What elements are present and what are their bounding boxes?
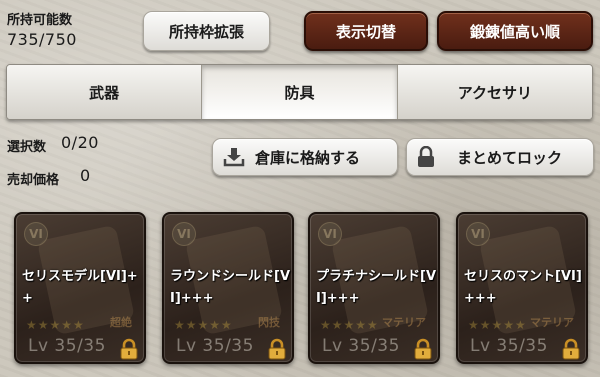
star-rating: ★★★★★ [320, 318, 379, 332]
star-rating: ★★★★★ [174, 318, 233, 332]
item-tag: マテリア [382, 316, 426, 329]
display-toggle-button[interactable]: 表示切替 [304, 11, 428, 51]
tab-armor-label: 防具 [284, 83, 315, 102]
item-level: Lv 35/35 [470, 336, 548, 356]
item-level: Lv 35/35 [322, 336, 400, 356]
item-tag: 閃技 [258, 316, 280, 329]
item-card[interactable]: VI セリスのマント[VI]+++ ★★★★★ マテリア Lv 35/35 [456, 212, 588, 364]
rank-badge: VI [466, 222, 490, 246]
sort-button[interactable]: 鍛錬値高い順 [437, 11, 593, 51]
tab-weapons[interactable]: 武器 [7, 65, 203, 119]
padlock-icon [414, 338, 432, 360]
padlock-icon [268, 338, 286, 360]
selected-count-value: 0/20 [61, 133, 99, 152]
capacity-value: 735/750 [7, 30, 77, 49]
tab-accessories[interactable]: アクセサリ [397, 65, 592, 119]
sell-price-value: 0 [80, 166, 91, 185]
tab-accessories-label: アクセサリ [457, 83, 532, 102]
download-tray-icon [223, 148, 245, 167]
rank-badge: VI [24, 222, 48, 246]
tab-weapons-label: 武器 [89, 83, 120, 102]
item-card[interactable]: VI セリスモデル[VI]++ ★★★★★ 超絶 Lv 35/35 [14, 212, 146, 364]
selected-count-label: 選択数 [7, 140, 47, 155]
bulk-lock-button[interactable]: まとめてロック [406, 138, 594, 176]
store-warehouse-label: 倉庫に格納する [255, 148, 361, 167]
item-card[interactable]: VI ラウンドシールド[VI]+++ ★★★★★ 閃技 Lv 35/35 [162, 212, 294, 364]
bulk-lock-label: まとめてロック [457, 148, 563, 167]
lock-icon [418, 146, 434, 167]
item-name: セリスモデル[VI]++ [22, 269, 138, 306]
star-rating: ★★★★★ [468, 318, 527, 332]
item-tag: マテリア [530, 316, 574, 329]
capacity-label: 所持可能数 [7, 13, 73, 28]
rank-badge: VI [318, 222, 342, 246]
padlock-icon [562, 338, 580, 360]
display-toggle-label: 表示切替 [335, 22, 396, 41]
item-level: Lv 35/35 [176, 336, 254, 356]
padlock-icon [120, 338, 138, 360]
item-tag: 超絶 [110, 316, 132, 329]
item-name: セリスのマント[VI]+++ [464, 269, 582, 306]
store-warehouse-button[interactable]: 倉庫に格納する [212, 138, 398, 176]
equipment-tabs: 武器 防具 アクセサリ [6, 64, 593, 120]
item-name: プラチナシールド[VI]+++ [316, 269, 437, 306]
item-card[interactable]: VI プラチナシールド[VI]+++ ★★★★★ マテリア Lv 35/35 [308, 212, 440, 364]
sort-label: 鍛錬値高い順 [469, 22, 560, 41]
rank-badge: VI [172, 222, 196, 246]
star-rating: ★★★★★ [26, 318, 85, 332]
tab-armor[interactable]: 防具 [202, 65, 398, 119]
expand-capacity-label: 所持枠拡張 [168, 22, 244, 41]
item-name: ラウンドシールド[VI]+++ [170, 269, 291, 306]
expand-capacity-button[interactable]: 所持枠拡張 [143, 11, 270, 51]
sell-price-label: 売却価格 [7, 173, 60, 188]
item-level: Lv 35/35 [28, 336, 106, 356]
